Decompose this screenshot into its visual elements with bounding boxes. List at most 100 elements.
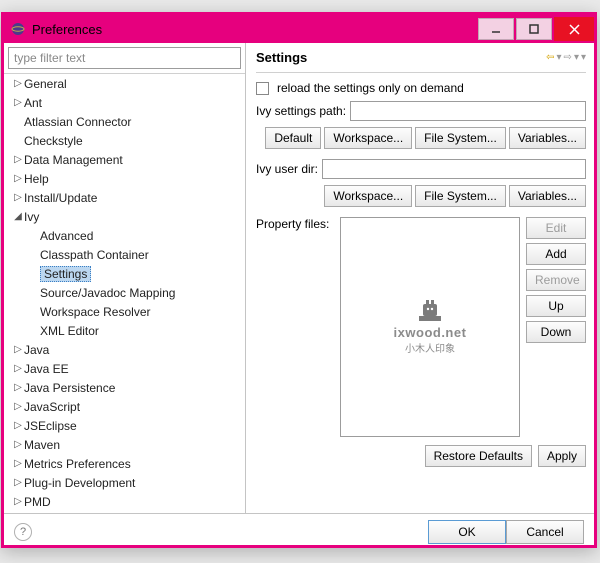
- filesystem-button-2[interactable]: File System...: [415, 185, 506, 207]
- tree-item[interactable]: Checkstyle: [4, 131, 245, 150]
- maximize-button[interactable]: [516, 18, 552, 40]
- reload-label: reload the settings only on demand: [277, 81, 464, 95]
- user-dir-label: Ivy user dir:: [256, 162, 318, 176]
- variables-button[interactable]: Variables...: [509, 127, 586, 149]
- settings-path-label: Ivy settings path:: [256, 104, 346, 118]
- expand-icon[interactable]: ▷: [12, 173, 24, 184]
- tree-item-label: Workspace Resolver: [40, 305, 150, 319]
- filesystem-button[interactable]: File System...: [415, 127, 506, 149]
- edit-button: Edit: [526, 217, 586, 239]
- tree-item-label: Java: [24, 343, 49, 357]
- expand-icon[interactable]: ▷: [12, 363, 24, 374]
- tree-item-label: Install/Update: [24, 191, 97, 205]
- tree-item-label: JavaScript: [24, 400, 80, 414]
- add-button[interactable]: Add: [526, 243, 586, 265]
- back-icon[interactable]: ⇦: [546, 52, 554, 63]
- expand-icon[interactable]: ▷: [12, 496, 24, 507]
- tree-item[interactable]: ▷Install/Update: [4, 188, 245, 207]
- left-panel: type filter text ▷General▷AntAtlassian C…: [4, 43, 246, 513]
- tree-item[interactable]: ▷JSEclipse: [4, 416, 245, 435]
- help-icon[interactable]: ?: [14, 523, 32, 541]
- titlebar[interactable]: Preferences: [4, 15, 594, 43]
- preferences-tree[interactable]: ▷General▷AntAtlassian ConnectorCheckstyl…: [4, 73, 245, 513]
- down-button[interactable]: Down: [526, 321, 586, 343]
- tree-item[interactable]: ▷Data Management: [4, 150, 245, 169]
- expand-icon[interactable]: ▷: [12, 439, 24, 450]
- eclipse-icon: [4, 21, 32, 37]
- tree-item[interactable]: ▷Maven: [4, 435, 245, 454]
- minimize-button[interactable]: [478, 18, 514, 40]
- tree-item[interactable]: ▷Java: [4, 340, 245, 359]
- ok-button[interactable]: OK: [428, 520, 506, 544]
- expand-icon[interactable]: ▷: [12, 458, 24, 469]
- up-button[interactable]: Up: [526, 295, 586, 317]
- apply-button[interactable]: Apply: [538, 445, 586, 467]
- expand-icon[interactable]: ▷: [12, 344, 24, 355]
- tree-item-label: XML Editor: [40, 324, 99, 338]
- expand-icon[interactable]: ◢: [12, 211, 24, 222]
- expand-icon[interactable]: ▷: [12, 154, 24, 165]
- expand-icon[interactable]: ▷: [12, 78, 24, 89]
- tree-item-label: Ant: [24, 96, 42, 110]
- watermark-logo: ixwood.net: [394, 325, 467, 340]
- restore-defaults-button[interactable]: Restore Defaults: [425, 445, 532, 467]
- menu-icon[interactable]: ▾: [581, 52, 586, 63]
- forward-icon[interactable]: ⇨: [564, 52, 572, 63]
- page-nav[interactable]: ⇦▾ ⇨▾ ▾: [546, 52, 586, 63]
- close-button[interactable]: [554, 17, 594, 41]
- tree-item[interactable]: ▷General: [4, 74, 245, 93]
- watermark-sub: 小木人印象: [394, 340, 467, 355]
- tree-item[interactable]: ▷Ant: [4, 93, 245, 112]
- tree-item-label: JSEclipse: [24, 419, 77, 433]
- tree-item-label: Advanced: [40, 229, 93, 243]
- tree-item-label: General: [24, 77, 67, 91]
- workspace-button[interactable]: Workspace...: [324, 127, 412, 149]
- default-button[interactable]: Default: [265, 127, 321, 149]
- expand-icon[interactable]: ▷: [12, 97, 24, 108]
- tree-item-label: Classpath Container: [40, 248, 149, 262]
- tree-item[interactable]: Workspace Resolver: [4, 302, 245, 321]
- settings-path-input[interactable]: [350, 101, 586, 121]
- tree-item[interactable]: Settings: [4, 264, 245, 283]
- tree-item-label: Data Management: [24, 153, 123, 167]
- cancel-button[interactable]: Cancel: [506, 520, 584, 544]
- tree-item[interactable]: ▷Plug-in Development: [4, 473, 245, 492]
- tree-item-label: Plug-in Development: [24, 476, 135, 490]
- window-title: Preferences: [32, 22, 478, 37]
- tree-item-label: Atlassian Connector: [24, 115, 131, 129]
- property-files-label: Property files:: [256, 217, 336, 231]
- tree-item-label: Checkstyle: [24, 134, 83, 148]
- tree-item-label: Java Persistence: [24, 381, 115, 395]
- preferences-dialog: Preferences type filter text ▷General▷An…: [1, 12, 597, 548]
- tree-item[interactable]: Advanced: [4, 226, 245, 245]
- tree-item-label: PMD: [24, 495, 51, 509]
- tree-item[interactable]: ▷PMD: [4, 492, 245, 511]
- tree-item-label: Metrics Preferences: [24, 457, 131, 471]
- page-title: Settings: [256, 50, 546, 65]
- tree-item[interactable]: ▷Java Persistence: [4, 378, 245, 397]
- filter-input[interactable]: type filter text: [8, 47, 241, 69]
- expand-icon[interactable]: ▷: [12, 401, 24, 412]
- expand-icon[interactable]: ▷: [12, 420, 24, 431]
- reload-checkbox[interactable]: [256, 82, 269, 95]
- tree-item[interactable]: ▷Java EE: [4, 359, 245, 378]
- tree-item[interactable]: Atlassian Connector: [4, 112, 245, 131]
- chevron-down-icon[interactable]: ▾: [557, 52, 562, 63]
- expand-icon[interactable]: ▷: [12, 382, 24, 393]
- tree-item[interactable]: Source/Javadoc Mapping: [4, 283, 245, 302]
- expand-icon[interactable]: ▷: [12, 477, 24, 488]
- workspace-button-2[interactable]: Workspace...: [324, 185, 412, 207]
- tree-item[interactable]: XML Editor: [4, 321, 245, 340]
- tree-item[interactable]: ▷Metrics Preferences: [4, 454, 245, 473]
- tree-item-label: Settings: [40, 266, 91, 282]
- variables-button-2[interactable]: Variables...: [509, 185, 586, 207]
- tree-item[interactable]: Classpath Container: [4, 245, 245, 264]
- chevron-down-icon[interactable]: ▾: [574, 52, 579, 63]
- property-files-list[interactable]: ixwood.net 小木人印象: [340, 217, 520, 437]
- tree-item[interactable]: ◢Ivy: [4, 207, 245, 226]
- tree-item[interactable]: ▷Help: [4, 169, 245, 188]
- user-dir-input[interactable]: [322, 159, 586, 179]
- tree-item[interactable]: ▷JavaScript: [4, 397, 245, 416]
- expand-icon[interactable]: ▷: [12, 192, 24, 203]
- right-panel: Settings ⇦▾ ⇨▾ ▾ reload the settings onl…: [246, 43, 594, 513]
